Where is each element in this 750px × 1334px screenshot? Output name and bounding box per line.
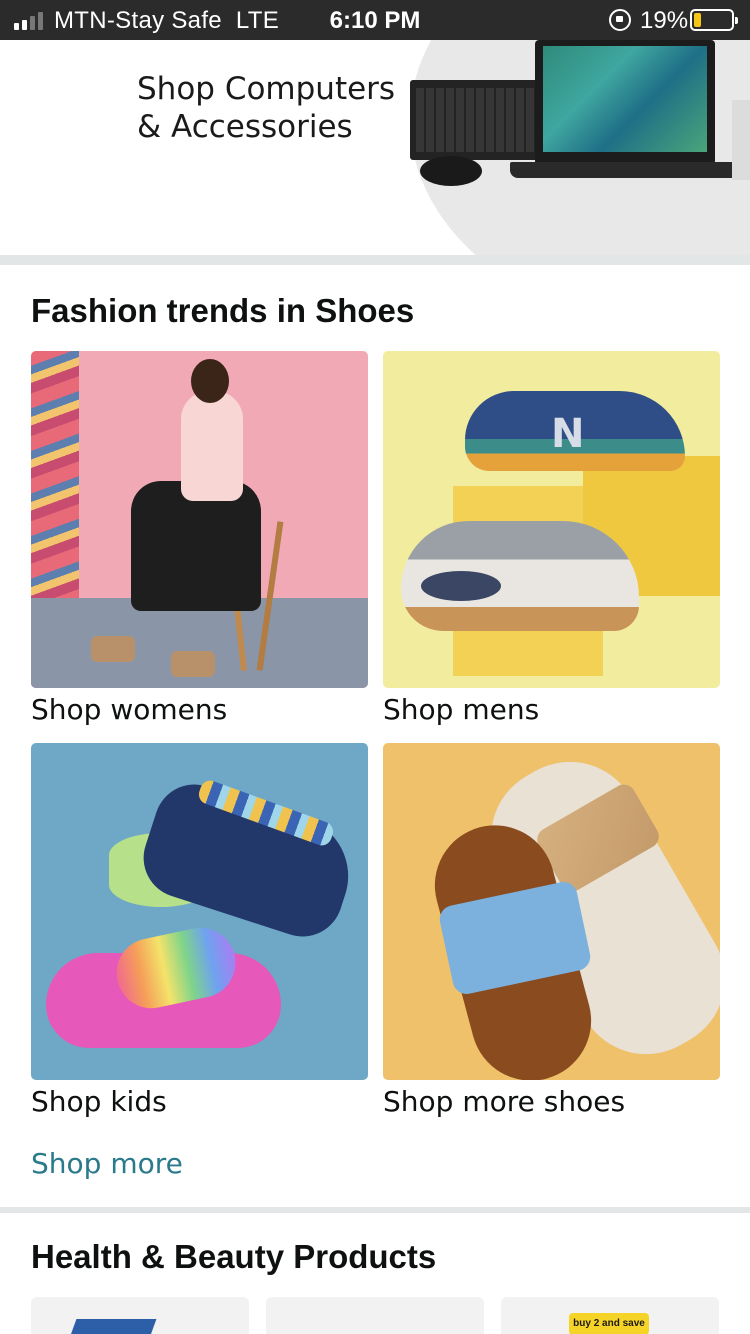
womens-shoes-image: [31, 351, 368, 688]
mens-shoes-image: N: [383, 351, 720, 688]
health-beauty-section-title: Health & Beauty Products: [31, 1238, 437, 1275]
computers-banner[interactable]: Shop Computers & Accessories: [0, 40, 750, 255]
laptop-base-image: [510, 162, 746, 178]
status-time: 6:10 PM: [329, 7, 421, 34]
shop-more-shoes-label[interactable]: Shop more shoes: [383, 1085, 720, 1118]
shop-womens-label[interactable]: Shop womens: [31, 693, 368, 726]
section-separator: [0, 1207, 750, 1213]
shop-mens-card[interactable]: N Shop mens: [383, 351, 720, 726]
shop-more-link[interactable]: Shop more: [31, 1147, 183, 1180]
health-product-card[interactable]: [266, 1297, 484, 1334]
shop-more-shoes-card[interactable]: Shop more shoes: [383, 743, 720, 1118]
status-bar: MTN-Stay Safe LTE 6:10 PM 19%: [0, 0, 750, 40]
section-separator: [0, 255, 750, 265]
kids-shoes-image: [31, 743, 368, 1080]
battery-percent: 19%: [640, 7, 689, 34]
keyboard-image: [410, 80, 540, 160]
battery-fill: [694, 13, 701, 27]
pc-tower-image: [732, 100, 750, 180]
health-product-card[interactable]: [31, 1297, 249, 1334]
banner-title: Shop Computers & Accessories: [137, 71, 396, 145]
mouse-image: [420, 156, 482, 186]
shop-kids-card[interactable]: Shop kids: [31, 743, 368, 1118]
shop-womens-card[interactable]: Shop womens: [31, 351, 368, 726]
product-box-image: [65, 1319, 157, 1334]
shoes-section-title: Fashion trends in Shoes: [31, 292, 415, 329]
shop-kids-label[interactable]: Shop kids: [31, 1085, 368, 1118]
shop-mens-label[interactable]: Shop mens: [383, 693, 720, 726]
battery-icon: [690, 9, 738, 31]
promo-tag: buy 2 and save: [569, 1313, 649, 1334]
orientation-lock-icon: [609, 9, 631, 31]
more-shoes-image: [383, 743, 720, 1080]
health-product-card[interactable]: buy 2 and save: [501, 1297, 719, 1334]
laptop-image: [535, 40, 715, 165]
